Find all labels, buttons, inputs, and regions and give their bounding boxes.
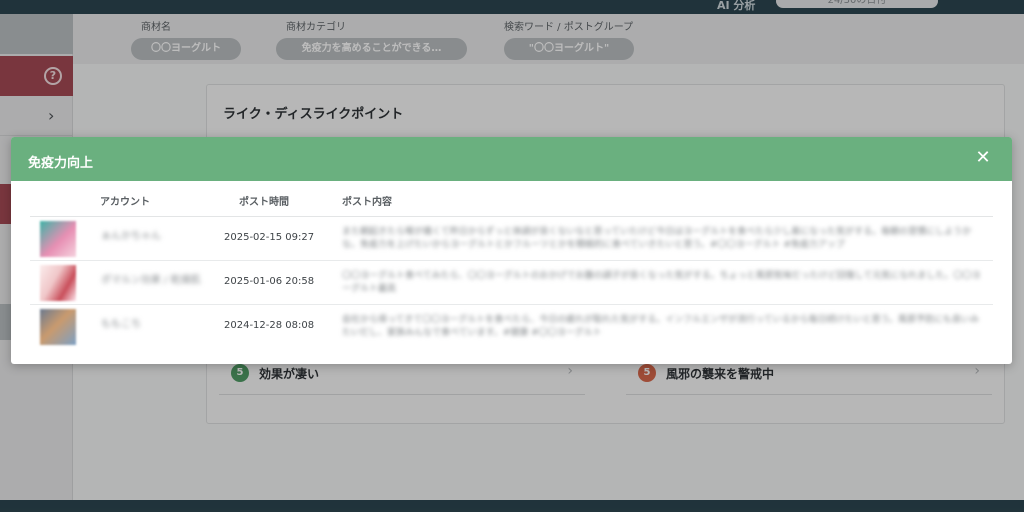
modal-title: 免疫力向上 bbox=[28, 156, 94, 171]
avatar bbox=[40, 309, 76, 345]
post-content: また朝起きたら喉が痛くて昨日からずっと体調が良くないなと思っていたけど今日はヨー… bbox=[342, 227, 972, 250]
post-time: 2025-02-15 09:27 bbox=[224, 232, 315, 243]
post-content: 会社から帰ってきて〇〇ヨーグルトを食べたら、今日の疲れが取れた気がする。インフル… bbox=[342, 315, 980, 338]
post-content: 〇〇ヨーグルト食べてみたら、〇〇ヨーグルトのおかげでお腹の調子が良くなった気がす… bbox=[342, 271, 981, 294]
posts-modal: 免疫力向上 ✕ アカウント ポスト時間 ポスト内容 ぁんかちゃん 2025-02… bbox=[11, 137, 1012, 364]
column-header-content: ポスト内容 bbox=[342, 197, 392, 208]
avatar bbox=[40, 265, 76, 301]
modal-header: 免疫力向上 ✕ bbox=[11, 137, 1012, 181]
table-row[interactable]: ぁんかちゃん 2025-02-15 09:27 また朝起きたら喉が痛くて昨日から… bbox=[30, 217, 993, 261]
account-name[interactable]: ぁんかちゃん bbox=[101, 230, 211, 244]
table-row[interactable]: ももこち 2024-12-28 08:08 会社から帰ってきて〇〇ヨーグルトを食… bbox=[30, 305, 993, 349]
column-header-account: アカウント bbox=[100, 197, 150, 208]
account-name[interactable]: ももこち bbox=[101, 318, 211, 332]
avatar bbox=[40, 221, 76, 257]
table-header: アカウント ポスト時間 ポスト内容 bbox=[30, 181, 993, 217]
close-icon[interactable]: ✕ bbox=[973, 148, 993, 168]
table-row[interactable]: ポマルン効果 / 乾燥肌 2025-01-06 20:58 〇〇ヨーグルト食べて… bbox=[30, 261, 993, 305]
post-time: 2024-12-28 08:08 bbox=[224, 320, 315, 331]
account-name[interactable]: ポマルン効果 / 乾燥肌 bbox=[101, 274, 211, 288]
column-header-time: ポスト時間 bbox=[239, 197, 289, 208]
post-time: 2025-01-06 20:58 bbox=[224, 276, 315, 287]
